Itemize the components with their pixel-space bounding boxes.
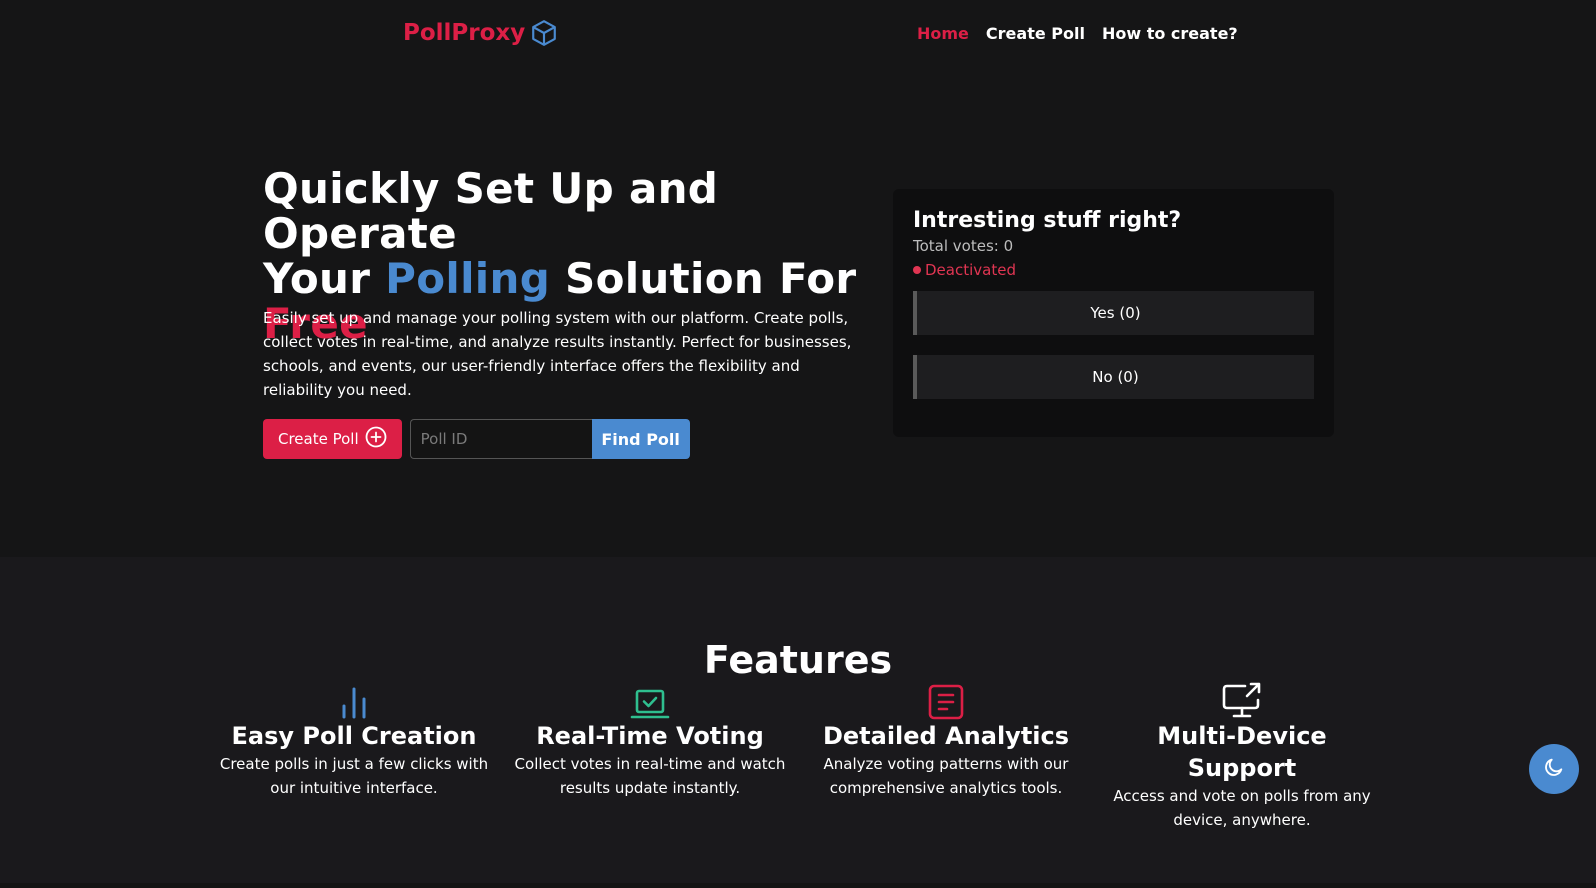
hero-actions: Create Poll Find Poll <box>263 419 690 459</box>
hero-description: Easily set up and manage your polling sy… <box>263 309 852 399</box>
nav-home[interactable]: Home <box>917 24 969 43</box>
nav-links: Home Create Poll How to create? <box>917 24 1238 43</box>
hero-title-solution: Solution For <box>565 254 857 303</box>
moon-icon <box>1543 756 1565 782</box>
poll-status-label: Deactivated <box>925 261 1016 279</box>
hero-title-line1: Quickly Set Up and Operate <box>263 164 719 258</box>
nav-how-to-create[interactable]: How to create? <box>1102 24 1238 43</box>
poll-question: Intresting stuff right? <box>913 208 1182 233</box>
create-poll-label: Create Poll <box>278 430 359 448</box>
feature-real-time-voting: Real-Time Voting Collect votes in real-t… <box>510 684 790 800</box>
feature-description: Analyze voting patterns with our compreh… <box>823 755 1069 797</box>
feature-description: Create polls in just a few clicks with o… <box>219 755 489 797</box>
nav-create-poll[interactable]: Create Poll <box>986 24 1085 43</box>
poll-id-input[interactable] <box>409 419 592 459</box>
poll-card: Intresting stuff right? Total votes: 0 D… <box>893 189 1334 437</box>
cube-icon <box>531 19 557 47</box>
feature-title: Detailed Analytics <box>822 722 1070 750</box>
laptop-check-icon <box>510 684 790 720</box>
feature-multi-device-support: Multi-Device Support Access and vote on … <box>1102 682 1382 832</box>
navbar: PollProxy Home Create Poll How to create… <box>0 0 1596 70</box>
theme-toggle-button[interactable] <box>1529 744 1579 794</box>
brand-logo-link[interactable]: PollProxy <box>403 19 557 47</box>
feature-description: Collect votes in real-time and watch res… <box>514 755 786 797</box>
create-poll-button[interactable]: Create Poll <box>263 419 402 459</box>
plus-circle-icon <box>365 426 387 452</box>
poll-option-no[interactable]: No (0) <box>913 355 1314 399</box>
poll-option-label: No (0) <box>1092 368 1139 386</box>
status-dot-icon <box>913 266 921 274</box>
feature-description: Access and vote on polls from any device… <box>1113 787 1371 829</box>
find-poll-group: Find Poll <box>409 419 690 459</box>
features-title: Features <box>703 638 893 682</box>
poll-option-yes[interactable]: Yes (0) <box>913 291 1314 335</box>
bar-chart-icon <box>214 684 494 720</box>
brand-name: PollProxy <box>403 20 526 46</box>
feature-detailed-analytics: Detailed Analytics Analyze voting patter… <box>806 684 1086 800</box>
poll-total-votes: Total votes: 0 <box>913 237 1014 255</box>
feature-easy-poll-creation: Easy Poll Creation Create polls in just … <box>214 684 494 800</box>
feature-title: Real-Time Voting <box>536 722 764 750</box>
poll-option-label: Yes (0) <box>1090 304 1141 322</box>
feature-title: Multi-Device Support <box>1157 722 1327 782</box>
status-badge: Deactivated <box>913 261 1314 279</box>
feature-title: Easy Poll Creation <box>231 722 477 750</box>
footer-divider <box>0 883 1596 888</box>
hero-title-polling: Polling <box>385 254 551 303</box>
find-poll-button[interactable]: Find Poll <box>591 419 690 459</box>
monitor-share-icon <box>1102 682 1382 720</box>
document-icon <box>806 684 1086 720</box>
hero-title-your: Your <box>263 254 371 303</box>
